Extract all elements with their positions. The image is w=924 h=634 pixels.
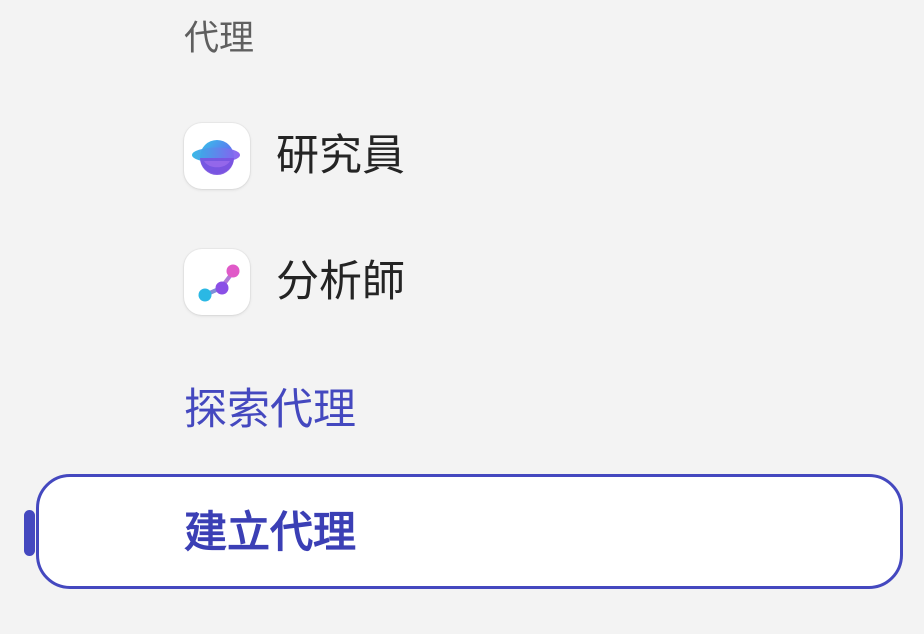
create-agent-button[interactable]: 建立代理 xyxy=(36,474,903,589)
agents-section-header: 代理 xyxy=(184,19,255,59)
selection-indicator xyxy=(24,510,35,556)
create-agent-label: 建立代理 xyxy=(184,508,356,558)
agent-label-analyst: 分析師 xyxy=(276,257,405,307)
agents-panel: 代理 研究員 分析師 探索代理 建立代理 xyxy=(0,0,924,634)
agent-item-analyst[interactable]: 分析師 xyxy=(184,248,405,316)
researcher-planet-icon xyxy=(184,123,250,189)
agent-item-researcher[interactable]: 研究員 xyxy=(184,122,405,190)
analyst-graph-icon xyxy=(184,249,250,315)
explore-agents-link[interactable]: 探索代理 xyxy=(184,382,356,438)
agent-label-researcher: 研究員 xyxy=(276,131,405,181)
